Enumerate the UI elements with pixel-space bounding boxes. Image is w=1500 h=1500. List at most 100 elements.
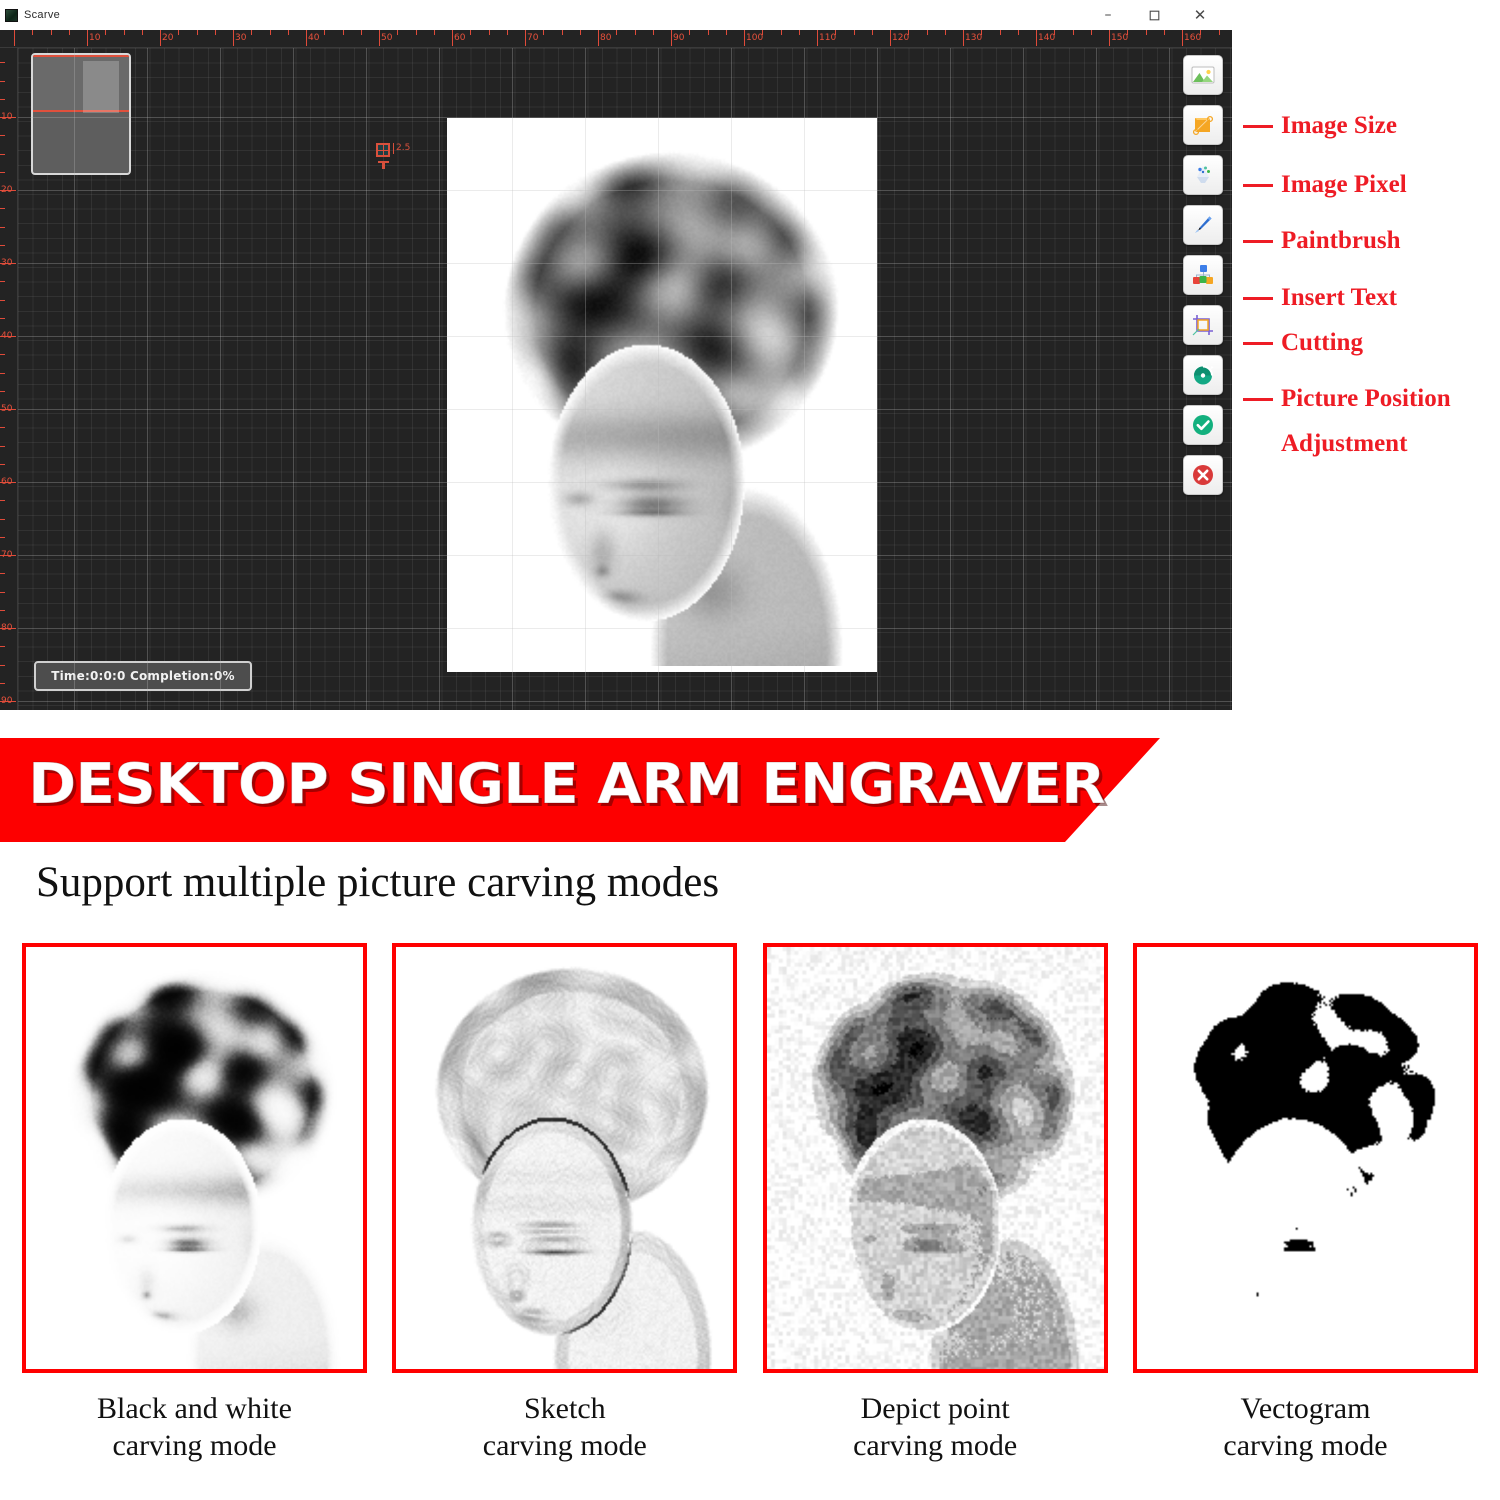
right-toolbar: [1180, 55, 1226, 495]
image-pixel-button[interactable]: [1183, 155, 1223, 195]
vertical-ruler[interactable]: 10 20 30 40 50 60 70 80 90: [0, 48, 18, 710]
engraver-app-window: Scarve – ✕ 10 20 30 40 50 60 70 80 90 100 110 120 13…: [0, 0, 1232, 710]
annotation-insert-text: Insert Text: [1243, 284, 1397, 311]
horizontal-ruler[interactable]: 10 20 30 40 50 60 70 80 90 100 110 120 130 140 150 160: [0, 30, 1232, 48]
ruler-label: 60: [1, 477, 13, 487]
grid-major-line: [74, 48, 75, 710]
ruler-label: 160: [1184, 33, 1202, 43]
annotation-image-size: Image Size: [1243, 112, 1397, 139]
cutting-crop-icon: [1192, 315, 1213, 336]
ruler-label: 10: [89, 33, 101, 43]
black-and-white-carving-preview: [26, 947, 363, 1369]
mode-caption: Vectogram carving mode: [1133, 1391, 1478, 1464]
grid-major-line: [18, 117, 1232, 118]
mode-caption-line2: carving mode: [482, 1428, 647, 1462]
paintbrush-button[interactable]: [1183, 205, 1223, 245]
app-title: Scarve: [24, 9, 61, 21]
mode-thumbnail[interactable]: [392, 943, 738, 1373]
load-image-button[interactable]: [1183, 55, 1223, 95]
paintbrush-icon: [1195, 216, 1212, 233]
leader-line: [1243, 397, 1273, 401]
promo-banner: DESKTOP SINGLE ARM ENGRAVER: [0, 738, 1500, 842]
mode-thumbnail[interactable]: [22, 943, 367, 1373]
cutting-button[interactable]: [1183, 305, 1223, 345]
mode-card-black-and-white: Black and white carving mode: [22, 943, 367, 1500]
grid-major-line: [950, 48, 951, 710]
grid-major-line: [18, 409, 1232, 410]
ruler-label: 110: [819, 33, 837, 43]
grid-major-line: [366, 48, 367, 710]
grid-major-line: [147, 48, 148, 710]
grid-size-value: 2.5: [393, 143, 410, 154]
insert-text-button[interactable]: [1183, 255, 1223, 295]
ruler-label: 130: [965, 33, 983, 43]
ruler-label: 90: [1, 696, 13, 706]
grid-four-squares-icon: [376, 143, 390, 157]
leader-line: [1243, 183, 1273, 187]
annotation-label: Insert Text: [1281, 284, 1397, 311]
material-preview-widget[interactable]: [31, 53, 131, 175]
grid-major-line: [1096, 48, 1097, 710]
grid-major-line: [439, 48, 440, 710]
leader-line: [1243, 296, 1273, 300]
cancel-button[interactable]: [1183, 455, 1223, 495]
ruler-label: 20: [162, 33, 174, 43]
mode-caption-line2: carving mode: [1223, 1428, 1388, 1462]
ruler-label: 150: [1111, 33, 1129, 43]
material-preview-top-region: [33, 55, 129, 113]
grid-major-line: [731, 48, 732, 710]
maximize-button[interactable]: [1134, 0, 1174, 30]
sketch-carving-preview: [396, 947, 734, 1369]
ruler-label: 20: [1, 185, 13, 195]
annotation-label: Cutting: [1281, 329, 1363, 356]
confirm-button[interactable]: [1183, 405, 1223, 445]
minimize-button[interactable]: –: [1088, 0, 1128, 30]
mode-caption-line2: carving mode: [853, 1428, 1018, 1462]
image-size-icon: [1192, 115, 1214, 136]
mode-caption-line1: Depict point: [860, 1392, 1010, 1425]
mode-thumbnail[interactable]: [1132, 943, 1478, 1373]
maximize-icon: [1149, 10, 1159, 20]
status-text: Time:0:0:0 Completion:0%: [51, 669, 235, 683]
grid-major-line: [1023, 48, 1024, 710]
mode-caption-line1: Vectogram: [1240, 1392, 1371, 1425]
grid-major-line: [18, 482, 1232, 483]
depict-point-carving-preview: [766, 947, 1104, 1369]
confirm-check-icon: [1193, 415, 1213, 435]
ruler-label: 10: [1, 112, 13, 122]
grid-major-line: [1169, 48, 1170, 710]
grid-major-line: [220, 48, 221, 710]
window-titlebar: Scarve – ✕: [0, 0, 1232, 30]
ruler-label: 80: [1, 623, 13, 633]
grid-major-line: [18, 336, 1232, 337]
leader-line: [1243, 124, 1273, 128]
ruler-label: 40: [1, 331, 13, 341]
grid-major-line: [512, 48, 513, 710]
engraving-canvas[interactable]: 2.5 Time:0:0:0 Completion:0%: [18, 48, 1232, 710]
ruler-label: 40: [308, 33, 320, 43]
grid-major-line: [18, 628, 1232, 629]
ruler-label: 50: [1, 404, 13, 414]
mode-thumbnail[interactable]: [762, 943, 1108, 1373]
leader-line: [1243, 239, 1273, 243]
app-logo-icon: [5, 8, 18, 22]
grid-major-line: [18, 190, 1232, 191]
grid-size-indicator[interactable]: 2.5: [376, 143, 410, 157]
mode-caption: Depict point carving mode: [763, 1391, 1108, 1464]
annotation-label: Image Pixel: [1281, 171, 1407, 198]
annotation-picture-position: Picture Position: [1243, 385, 1451, 412]
mode-card-depict-point: Depict point carving mode: [762, 943, 1108, 1500]
picture-position-icon: [1194, 365, 1214, 385]
section-subtitle: Support multiple picture carving modes: [36, 859, 720, 906]
loaded-portrait-image: [453, 124, 871, 666]
grid-indicator-stem-icon: [378, 161, 389, 169]
ruler-label: 90: [673, 33, 685, 43]
ruler-label: 50: [381, 33, 393, 43]
annotation-label: Image Size: [1281, 112, 1397, 139]
picture-position-button[interactable]: [1183, 355, 1223, 395]
image-pixel-icon: [1197, 166, 1210, 183]
image-size-button[interactable]: [1183, 105, 1223, 145]
ruler-label: 70: [1, 550, 13, 560]
close-button[interactable]: ✕: [1180, 0, 1220, 30]
grid-major-line: [18, 701, 1232, 702]
